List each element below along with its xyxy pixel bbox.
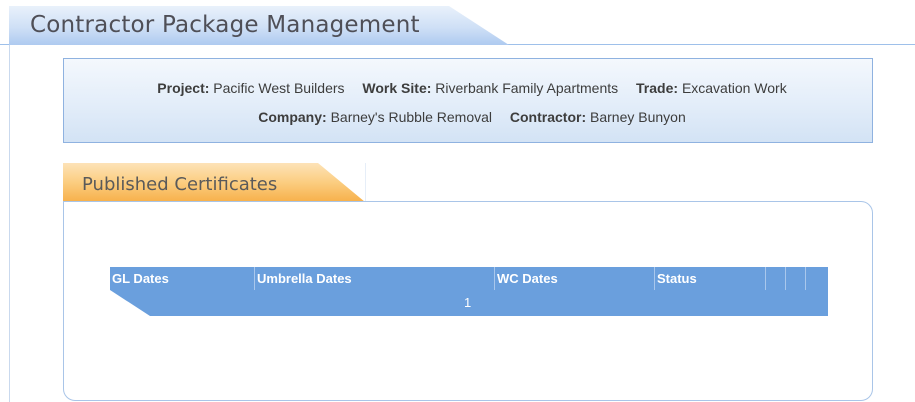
tab-divider [365,163,366,202]
project-info-row-1: Project: Pacific West Builders Work Site… [64,80,872,96]
column-header-extra-1[interactable] [766,267,786,290]
company-label: Company: [258,109,327,125]
page-title: Contractor Package Management [30,12,420,38]
trade-label: Trade: [636,80,679,96]
column-header-wc-dates[interactable]: WC Dates [495,267,655,290]
column-header-umbrella-dates[interactable]: Umbrella Dates [255,267,495,290]
contractor-label: Contractor: [509,109,587,125]
column-header-extra-3[interactable] [806,267,828,290]
project-value: Pacific West Builders [213,80,345,96]
column-header-extra-2[interactable] [786,267,806,290]
worksite-value: Riverbank Family Apartments [435,80,619,96]
project-label: Project: [157,80,210,96]
published-certificates-tab-label[interactable]: Published Certificates [82,174,277,195]
project-info-row-2: Company: Barney's Rubble Removal Contrac… [64,109,872,125]
worksite-label: Work Site: [362,80,432,96]
certificates-grid: GL Dates Umbrella Dates WC Dates Status … [110,267,828,316]
content-left-border [9,44,10,402]
grid-header: GL Dates Umbrella Dates WC Dates Status [110,267,828,290]
contractor-value: Barney Bunyon [590,109,686,125]
trade-value: Excavation Work [681,80,787,96]
grid-pager: 1 [110,290,828,316]
company-value: Barney's Rubble Removal [330,109,492,125]
column-header-status[interactable]: Status [655,267,766,290]
pager-page-number[interactable]: 1 [464,295,471,310]
pager-corner-decoration [110,290,150,316]
project-info-panel: Project: Pacific West Builders Work Site… [63,58,873,143]
column-header-gl-dates[interactable]: GL Dates [110,267,255,290]
